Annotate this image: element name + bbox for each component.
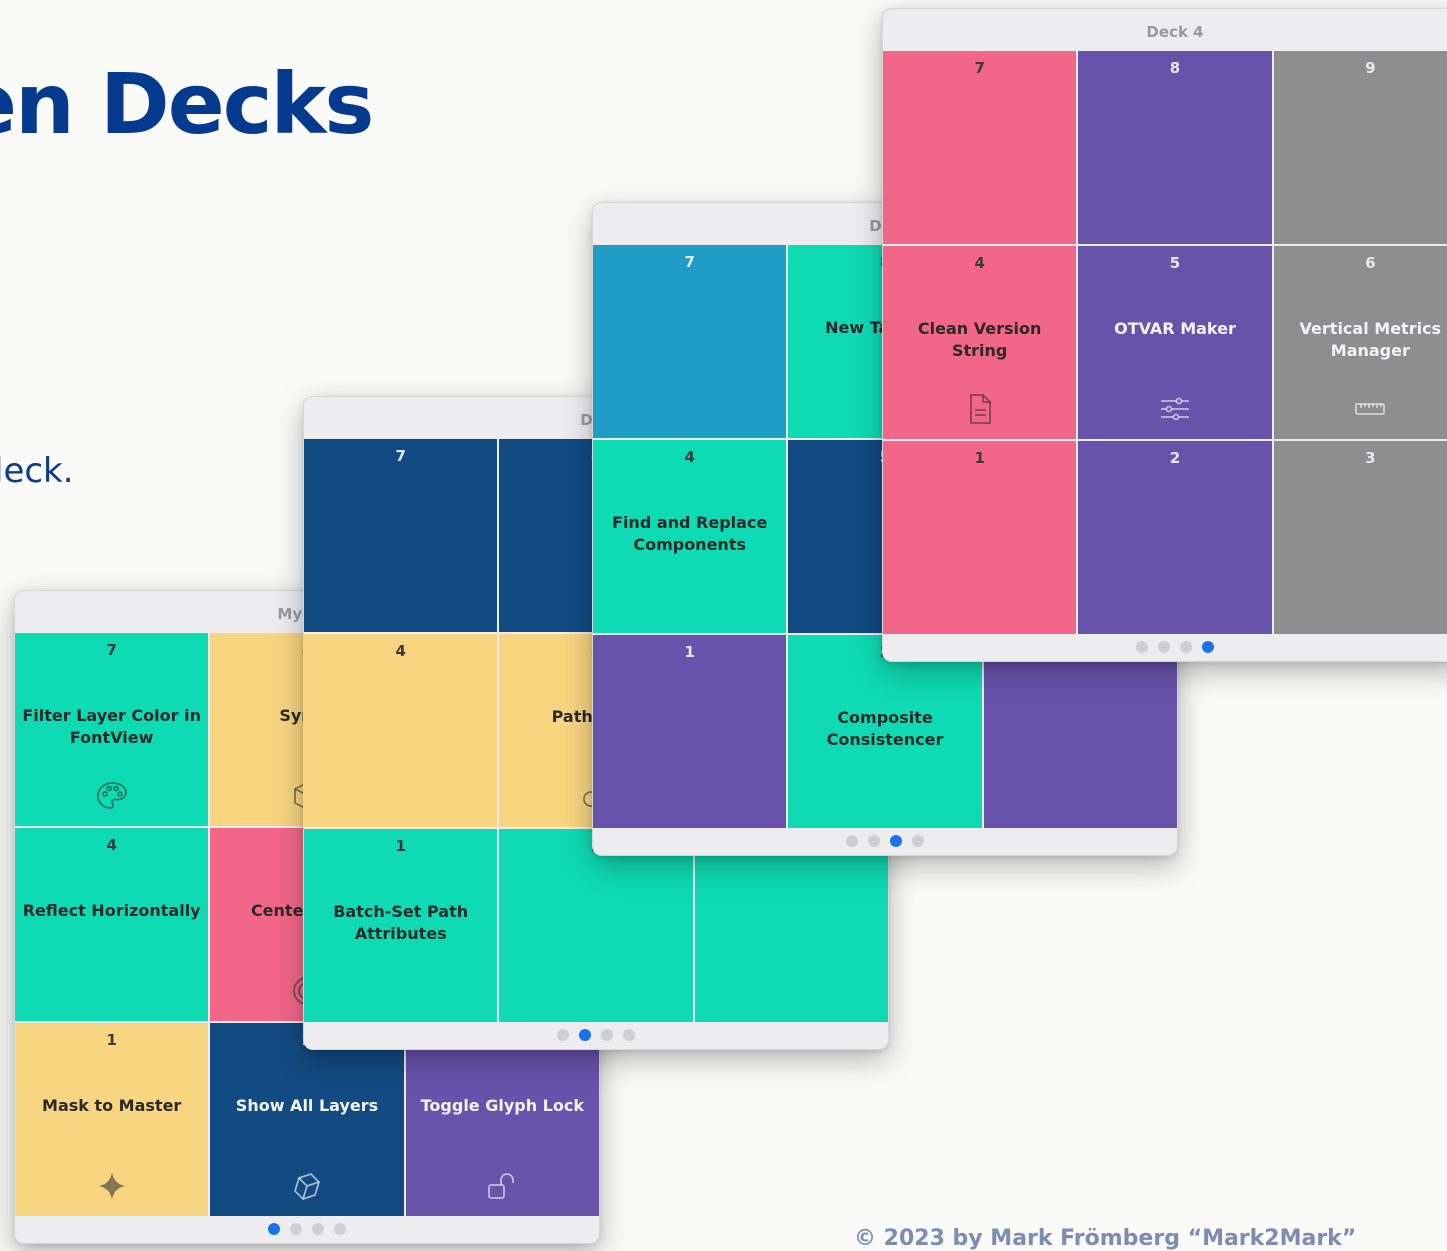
key-number: 1 — [974, 449, 985, 467]
page-indicator — [593, 835, 1177, 847]
key-button-2[interactable]: 2Composite Consistencer — [788, 635, 982, 828]
key-label: Show All Layers — [235, 1096, 379, 1115]
key-grid: 7 8 9 4 Clean Version String 5 OTVAR Maker 6 Ver… — [883, 51, 1447, 634]
key-number: 9 — [1365, 59, 1376, 77]
key-number: 2 — [1169, 449, 1181, 467]
key-button-2[interactable]: 2 — [1078, 441, 1272, 634]
key-button-4[interactable]: 4 Clean Version String — [883, 246, 1077, 439]
key-button-9[interactable]: 9 — [1273, 51, 1447, 244]
key-button-3[interactable]: 3 — [983, 635, 1177, 828]
key-button-4[interactable]: 4 — [304, 634, 498, 827]
key-number: 6 — [1365, 254, 1376, 272]
key-button-3[interactable]: 3Toggle Glyph Lock — [405, 1023, 599, 1216]
page-dot[interactable] — [290, 1223, 302, 1235]
key-number: 3 — [1365, 449, 1376, 467]
page-dot[interactable] — [312, 1223, 324, 1235]
page-dot[interactable] — [846, 835, 858, 847]
document-icon — [963, 392, 997, 426]
key-label: Batch-Set Path Attributes — [333, 902, 469, 943]
page-dot[interactable] — [601, 1029, 613, 1041]
key-number: 7 — [684, 253, 695, 271]
key-number: 4 — [395, 642, 406, 660]
sparkle-icon — [95, 1169, 129, 1203]
key-button-5[interactable]: 5 OTVAR Maker — [1078, 246, 1272, 439]
page-dot[interactable] — [1202, 641, 1214, 653]
page-dot[interactable] — [868, 835, 880, 847]
page-dot[interactable] — [1180, 641, 1192, 653]
unlock-icon — [485, 1169, 519, 1203]
key-number: 8 — [1169, 59, 1181, 77]
page-dot[interactable] — [1136, 641, 1148, 653]
key-number: 4 — [684, 448, 695, 466]
key-button-7[interactable]: 7 Filter Layer Color in FontView — [15, 633, 209, 826]
key-button-1[interactable]: 1 — [593, 635, 787, 828]
key-label: OTVAR Maker — [1114, 319, 1236, 338]
key-button-4[interactable]: 4 Find and Replace Components — [593, 440, 787, 633]
key-number: 4 — [974, 254, 985, 272]
page-title: en Decks — [0, 55, 374, 153]
key-button-1[interactable]: 1 — [883, 441, 1077, 634]
page-subtitle: leck. — [0, 451, 74, 491]
palette-icon — [95, 779, 129, 813]
page-dot[interactable] — [268, 1223, 280, 1235]
key-label: Mask to Master — [42, 1096, 182, 1115]
key-button-2[interactable]: 2 — [499, 829, 693, 1022]
page-dot[interactable] — [557, 1029, 569, 1041]
page-dot[interactable] — [890, 835, 902, 847]
key-number: 4 — [106, 836, 117, 854]
key-label: Clean Version String — [917, 319, 1042, 360]
copyright-footer: © 2023 by Mark Frömberg “Mark2Mark” — [854, 1226, 1357, 1251]
key-button-3[interactable]: 3 — [1273, 441, 1447, 634]
key-button-6[interactable]: 6 Vertical Metrics Manager — [1273, 246, 1447, 439]
page-dot[interactable] — [623, 1029, 635, 1041]
key-number: 1 — [395, 837, 406, 855]
page-indicator — [883, 641, 1447, 653]
ruler-icon — [1353, 392, 1387, 426]
key-number: 5 — [1169, 254, 1181, 272]
key-button-7[interactable]: 7 — [304, 439, 498, 632]
page-dot[interactable] — [912, 835, 924, 847]
key-label: Reflect Horizontally — [22, 901, 201, 920]
layers-icon — [290, 1169, 324, 1203]
key-number: 7 — [974, 59, 985, 77]
key-button-4[interactable]: 4 Reflect Horizontally — [15, 828, 209, 1021]
page-indicator — [15, 1223, 599, 1235]
key-number: 1 — [684, 643, 695, 661]
key-label: Filter Layer Color in FontView — [22, 706, 201, 747]
key-button-2[interactable]: 2Show All Layers — [210, 1023, 404, 1216]
key-button-3[interactable]: 3 — [694, 829, 888, 1022]
page-dot[interactable] — [579, 1029, 591, 1041]
page-indicator — [304, 1029, 888, 1041]
key-number: 7 — [395, 447, 406, 465]
key-number: 7 — [106, 641, 117, 659]
key-label: Vertical Metrics Manager — [1299, 319, 1442, 360]
key-button-7[interactable]: 7 — [883, 51, 1077, 244]
deck-title: Deck 4 — [1146, 23, 1204, 41]
sliders-icon — [1158, 392, 1192, 426]
key-button-1[interactable]: 1 Batch-Set Path Attributes — [304, 829, 498, 1022]
key-label: Toggle Glyph Lock — [420, 1096, 584, 1115]
page-dot[interactable] — [334, 1223, 346, 1235]
key-label: Composite Consistencer — [826, 708, 944, 749]
key-label: Find and Replace Components — [612, 513, 768, 554]
page-dot[interactable] — [1158, 641, 1170, 653]
key-button-7[interactable]: 7 — [593, 245, 787, 438]
deck-window-4: Deck 4 7 8 9 4 Clean Version String 5 OTVAR Mak… — [882, 8, 1447, 662]
key-number: 1 — [106, 1031, 117, 1049]
key-button-1[interactable]: 1 Mask to Master — [15, 1023, 209, 1216]
key-button-8[interactable]: 8 — [1078, 51, 1272, 244]
